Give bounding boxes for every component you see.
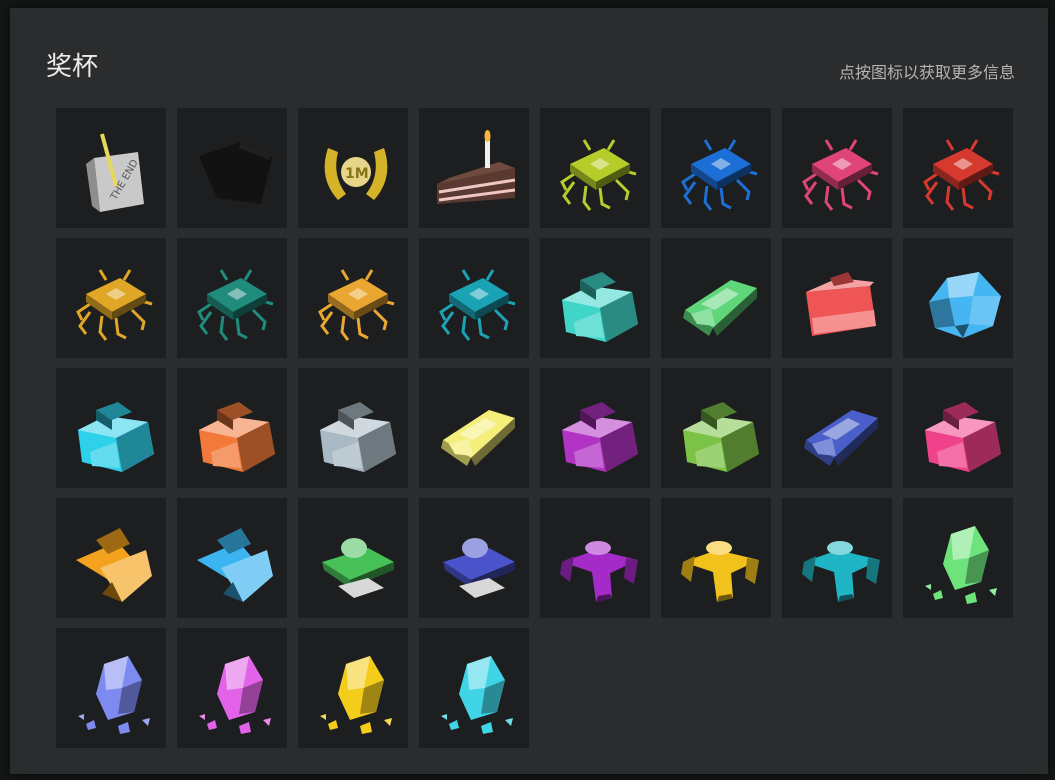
walker-purple-icon — [560, 541, 638, 602]
trophy-tile[interactable] — [419, 108, 529, 228]
trophy-tile[interactable] — [419, 238, 529, 358]
trophy-tile[interactable] — [782, 238, 892, 358]
tank-olive-icon — [683, 402, 759, 472]
trophy-tile[interactable] — [903, 108, 1013, 228]
trophy-tile[interactable] — [661, 368, 771, 488]
tank-navy-icon — [804, 410, 878, 466]
trophy-tile[interactable] — [661, 498, 771, 618]
hover-indigo-icon — [443, 538, 515, 598]
shard-yellow-icon — [320, 656, 392, 734]
shard-cyan-icon — [441, 656, 513, 734]
trophy-tile[interactable] — [903, 368, 1013, 488]
chip-pink-icon — [802, 139, 879, 211]
tank-purple-icon — [562, 402, 638, 472]
trophy-tile[interactable] — [56, 628, 166, 748]
chip-gold-icon — [76, 269, 153, 341]
trophy-tile[interactable] — [782, 368, 892, 488]
shard-pink-icon — [199, 656, 271, 734]
trophy-tile[interactable] — [903, 498, 1013, 618]
crystal-blue-icon — [929, 272, 1001, 338]
chip-red-icon — [923, 139, 1000, 211]
svg-text:1M: 1M — [345, 166, 369, 182]
trophy-tile[interactable] — [540, 238, 650, 358]
trophy-tile[interactable] — [540, 498, 650, 618]
trophy-tile[interactable] — [56, 368, 166, 488]
trophy-tile[interactable] — [56, 238, 166, 358]
tank-cyan-icon — [78, 402, 154, 472]
locked-trophy-icon — [199, 142, 273, 204]
trophy-tile[interactable] — [419, 628, 529, 748]
tank-yellow-icon — [441, 410, 515, 466]
tank-green-icon — [683, 280, 757, 336]
trophy-tile[interactable] — [298, 498, 408, 618]
birthday-cake-icon — [437, 130, 516, 204]
tank-teal-icon — [562, 272, 638, 342]
tank-magenta-icon — [925, 402, 1001, 472]
trophy-tile[interactable] — [177, 238, 287, 358]
trophy-tile[interactable] — [298, 238, 408, 358]
trophy-panel: 奖杯 点按图标以获取更多信息 THE END 1M — [10, 8, 1048, 774]
trophy-tile[interactable] — [298, 628, 408, 748]
walker-teal-icon — [802, 541, 880, 602]
trophy-tile[interactable] — [419, 498, 529, 618]
page-title: 奖杯 — [46, 52, 99, 82]
xp-chip-lime-icon — [560, 139, 637, 211]
trophy-tile[interactable] — [782, 498, 892, 618]
tank-gray-icon — [320, 402, 396, 472]
tank-red-icon — [806, 272, 876, 336]
trophy-tile[interactable] — [56, 498, 166, 618]
trophy-tile[interactable] — [177, 498, 287, 618]
trophy-tile[interactable] — [540, 108, 650, 228]
chip-teal-icon — [197, 269, 274, 341]
hint-text: 点按图标以获取更多信息 — [838, 63, 1015, 82]
trophy-tile[interactable]: 1M — [298, 108, 408, 228]
trophy-tile[interactable] — [661, 238, 771, 358]
xp-chip-cyan-icon — [439, 269, 516, 341]
tank-orange-icon — [199, 402, 275, 472]
trophy-tile[interactable] — [540, 368, 650, 488]
walker-gold-icon — [681, 541, 759, 602]
shard-green-icon — [925, 526, 997, 604]
shard-periwinkle-icon — [78, 656, 150, 734]
trophy-tile[interactable] — [661, 108, 771, 228]
trophy-tile[interactable] — [903, 238, 1013, 358]
one-million-laurel-icon: 1M — [324, 148, 388, 200]
trophy-tile[interactable] — [419, 368, 529, 488]
trophy-tile[interactable] — [177, 368, 287, 488]
trophy-tile[interactable] — [298, 368, 408, 488]
trophy-tile[interactable] — [782, 108, 892, 228]
wreck-orange-icon — [76, 528, 152, 602]
trophy-tile[interactable] — [177, 628, 287, 748]
trophy-tile[interactable]: THE END — [56, 108, 166, 228]
the-end-scroll-icon: THE END — [86, 133, 144, 212]
trophy-tile[interactable] — [177, 108, 287, 228]
chip-orange-icon — [318, 269, 395, 341]
wreck-sky-icon — [197, 528, 273, 602]
hover-green-icon — [322, 538, 394, 598]
chip-blue-icon — [681, 139, 758, 211]
